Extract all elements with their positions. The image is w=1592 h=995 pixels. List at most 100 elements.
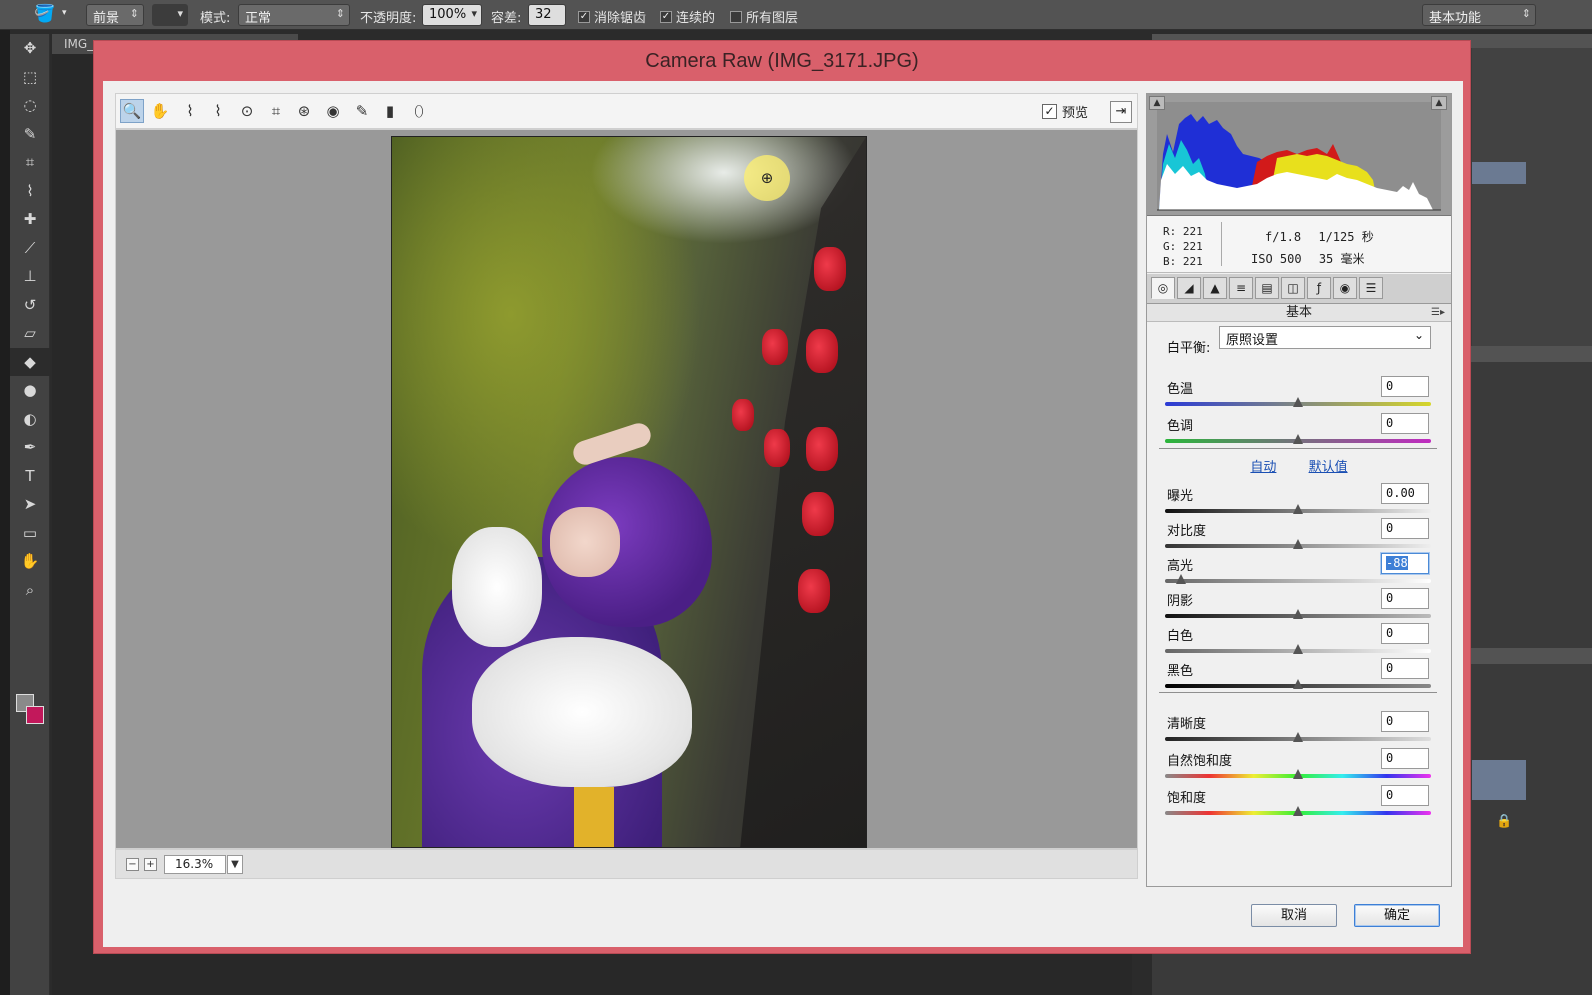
background-color-swatch[interactable] xyxy=(26,706,44,724)
highlight-clipping-warning-icon[interactable]: ▲ xyxy=(1431,96,1447,110)
whites-value: 0 xyxy=(1386,626,1394,640)
hand-icon[interactable]: ✋ xyxy=(148,99,172,123)
whites-slider-thumb[interactable] xyxy=(1293,644,1303,654)
adjustment-brush-icon[interactable]: ✎ xyxy=(350,99,374,123)
auto-link[interactable]: 自动 xyxy=(1250,460,1276,475)
healing-tool-icon[interactable]: ✚ xyxy=(10,205,50,234)
contiguous-checkbox[interactable]: ✓ 连续的 xyxy=(660,7,715,26)
dodge-tool-icon[interactable]: ◐ xyxy=(10,405,50,434)
crop-tool-icon[interactable]: ⌗ xyxy=(10,148,50,177)
selected-layer-row[interactable] xyxy=(1472,760,1526,800)
shadows-slider-thumb[interactable] xyxy=(1293,609,1303,619)
photo-preview[interactable]: ⊕ xyxy=(391,136,867,848)
zoom-in-icon[interactable]: + xyxy=(144,858,157,871)
tint-input[interactable]: 0 xyxy=(1381,413,1429,434)
tolerance-input[interactable]: 32 xyxy=(528,4,566,26)
vibrance-slider-thumb[interactable] xyxy=(1293,769,1303,779)
camera-calibration-tab-icon[interactable]: ◉ xyxy=(1333,277,1357,299)
temperature-slider-thumb[interactable] xyxy=(1293,397,1303,407)
marquee-tool-icon[interactable]: ⬚ xyxy=(10,63,50,92)
pattern-picker[interactable]: ▾ xyxy=(152,4,188,26)
temperature-input[interactable]: 0 xyxy=(1381,376,1429,397)
exposure-input[interactable]: 0.00 xyxy=(1381,483,1429,504)
blur-tool-icon[interactable]: ● xyxy=(10,376,50,405)
lens-tab-icon[interactable]: ◫ xyxy=(1281,277,1305,299)
tint-slider-thumb[interactable] xyxy=(1293,434,1303,444)
saturation-input[interactable]: 0 xyxy=(1381,785,1429,806)
effects-tab-icon[interactable]: ƒ xyxy=(1307,277,1331,299)
lasso-tool-icon[interactable]: ◌ xyxy=(10,91,50,120)
contrast-input[interactable]: 0 xyxy=(1381,518,1429,539)
fullscreen-toggle-icon[interactable]: ⇥ xyxy=(1110,101,1132,123)
graduated-filter-icon[interactable]: ▮ xyxy=(378,99,402,123)
paint-bucket-tool-icon[interactable]: ◆ xyxy=(10,347,50,376)
split-toning-tab-icon[interactable]: ▤ xyxy=(1255,277,1279,299)
white-balance-value: 原照设置 xyxy=(1226,333,1279,348)
presets-tab-icon[interactable]: ☰ xyxy=(1359,277,1383,299)
basic-tab-icon[interactable]: ◎ xyxy=(1151,277,1175,299)
exposure-slider-thumb[interactable] xyxy=(1293,504,1303,514)
clarity-input[interactable]: 0 xyxy=(1381,711,1429,732)
selected-layer-row[interactable] xyxy=(1472,162,1526,184)
rectangle-tool-icon[interactable]: ▭ xyxy=(10,519,50,548)
white-balance-icon[interactable]: ⌇ xyxy=(178,99,202,123)
red-eye-icon[interactable]: ◉ xyxy=(321,99,345,123)
fill-source-select[interactable]: 前景 ⇕ xyxy=(86,4,144,26)
section-divider xyxy=(1159,448,1437,449)
eyedropper-tool-icon[interactable]: ⌇ xyxy=(10,177,50,206)
blacks-input[interactable]: 0 xyxy=(1381,658,1429,679)
move-tool-icon[interactable]: ✥ xyxy=(10,34,50,63)
hand-tool-icon[interactable]: ✋ xyxy=(10,547,50,576)
highlights-slider-track[interactable] xyxy=(1165,579,1431,583)
paint-bucket-tool-icon[interactable]: 🪣 xyxy=(34,4,55,24)
zoom-icon[interactable]: 🔍 xyxy=(120,99,144,123)
highlights-slider-thumb[interactable] xyxy=(1175,574,1186,584)
zoom-out-icon[interactable]: − xyxy=(126,858,139,871)
spot-removal-icon[interactable]: ⊛ xyxy=(292,99,316,123)
hsl-tab-icon[interactable]: ≡ xyxy=(1229,277,1253,299)
blend-mode-select[interactable]: 正常 ⇕ xyxy=(238,4,350,26)
history-brush-tool-icon[interactable]: ↺ xyxy=(10,291,50,320)
white-balance-select[interactable]: 原照设置 ⌄ xyxy=(1219,326,1431,349)
all-layers-checkbox[interactable]: 所有图层 xyxy=(730,7,798,26)
radial-filter-icon[interactable]: ⬯ xyxy=(407,99,431,123)
stamp-tool-icon[interactable]: ⊥ xyxy=(10,262,50,291)
shadow-clipping-warning-icon[interactable]: ▲ xyxy=(1149,96,1165,110)
detail-tab-icon[interactable]: ▲ xyxy=(1203,277,1227,299)
clarity-slider-thumb[interactable] xyxy=(1293,732,1303,742)
brush-tool-icon[interactable]: ⟋ xyxy=(10,234,50,263)
quick-select-tool-icon[interactable]: ✎ xyxy=(10,120,50,149)
zoom-tool-icon[interactable]: ⌕ xyxy=(10,576,50,605)
zoom-level-field[interactable]: 16.3% xyxy=(164,855,226,874)
opacity-input[interactable]: 100% ▾ xyxy=(422,4,482,26)
image-viewport[interactable]: ⊕ xyxy=(115,129,1138,849)
eraser-tool-icon[interactable]: ▱ xyxy=(10,319,50,348)
default-link[interactable]: 默认值 xyxy=(1309,460,1348,475)
cancel-button[interactable]: 取消 xyxy=(1251,904,1337,927)
target-adjust-icon[interactable]: ⊙ xyxy=(235,99,259,123)
path-select-tool-icon[interactable]: ➤ xyxy=(10,490,50,519)
chevron-down-icon[interactable]: ▼ xyxy=(227,855,243,874)
tone-curve-tab-icon[interactable]: ◢ xyxy=(1177,277,1201,299)
blacks-slider-thumb[interactable] xyxy=(1293,679,1303,689)
ok-button[interactable]: 确定 xyxy=(1354,904,1440,927)
preview-label: 预览 xyxy=(1062,106,1089,121)
panel-menu-icon[interactable]: ☰▸ xyxy=(1431,304,1445,321)
type-tool-icon[interactable]: T xyxy=(10,462,50,491)
highlights-input[interactable]: -88 xyxy=(1381,553,1429,574)
photo-lantern xyxy=(814,247,846,291)
preview-checkbox[interactable]: ✓ 预览 xyxy=(1042,102,1088,121)
pen-tool-icon[interactable]: ✒ xyxy=(10,433,50,462)
workspace-select[interactable]: 基本功能 ⇕ xyxy=(1422,4,1536,26)
tool-preset-chevron-icon[interactable]: ▾ xyxy=(62,8,67,18)
vibrance-input[interactable]: 0 xyxy=(1381,748,1429,769)
whites-input[interactable]: 0 xyxy=(1381,623,1429,644)
color-sampler-icon[interactable]: ⌇ xyxy=(206,99,230,123)
shadows-input[interactable]: 0 xyxy=(1381,588,1429,609)
contrast-slider-thumb[interactable] xyxy=(1293,539,1303,549)
tint-label: 色调 xyxy=(1167,419,1194,434)
chevron-down-icon: ⇕ xyxy=(1521,7,1531,20)
saturation-slider-thumb[interactable] xyxy=(1293,806,1303,816)
crop-icon[interactable]: ⌗ xyxy=(264,99,288,123)
antialias-checkbox[interactable]: ✓ 消除锯齿 xyxy=(578,7,646,26)
